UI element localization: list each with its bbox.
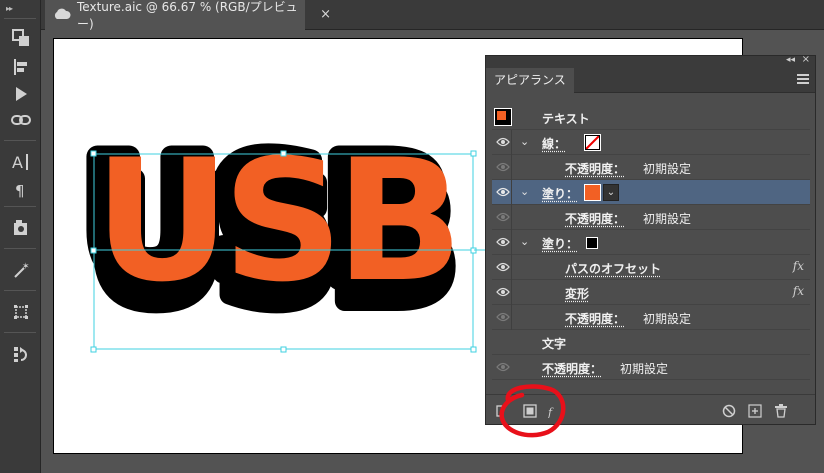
toolbar-divider — [4, 290, 36, 291]
opacity-label[interactable]: 不透明度： — [565, 210, 625, 227]
svg-text:✶: ✶ — [22, 262, 30, 272]
fill-black-swatch[interactable] — [586, 237, 598, 249]
visibility-eye-icon[interactable] — [496, 162, 510, 172]
delete-item-icon[interactable] — [774, 403, 788, 418]
panel-menu-icon[interactable] — [797, 74, 809, 86]
opacity-value: 初期設定 — [620, 362, 669, 376]
fill-row-selected[interactable]: ⌄ 塗り： ⌄ — [492, 180, 810, 205]
document-tab-title: Texture.aic @ 66.67 % (RGB/プレビュー) — [77, 0, 298, 31]
usb-fill-text: USB — [94, 123, 455, 319]
fill-label[interactable]: 塗り： — [542, 235, 578, 252]
visibility-eye-icon[interactable] — [496, 262, 510, 272]
panel-tab-row: アピアランス — [486, 68, 815, 93]
clear-appearance-icon[interactable] — [722, 403, 736, 418]
toolbar-divider — [4, 332, 36, 333]
appearance-header-row[interactable]: テキスト — [492, 105, 810, 130]
object-opacity-row[interactable]: 不透明度： 初期設定 — [492, 355, 810, 380]
opacity-value: 初期設定 — [643, 162, 692, 176]
opacity-label[interactable]: 不透明度： — [542, 360, 602, 377]
toolbar-divider — [4, 248, 36, 249]
tools-panel: ▸▸ A ¶ ✶ — [0, 0, 41, 473]
transform-label[interactable]: 変形 — [565, 285, 589, 302]
duplicate-item-icon[interactable] — [748, 403, 762, 418]
visibility-eye-icon[interactable] — [496, 212, 510, 222]
characters-row[interactable]: 文字 — [492, 330, 810, 355]
magic-wand-icon[interactable]: ✶ — [8, 258, 34, 282]
add-fill-icon[interactable] — [523, 403, 537, 418]
offset-path-label[interactable]: パスのオフセット — [565, 260, 661, 277]
appearance-panel: ◂◂ × アピアランス テキスト ⌄ 線： 不透明度： 初期設定 ⌄ 塗り： ⌄… — [485, 54, 816, 425]
svg-text:A: A — [12, 153, 23, 172]
artboards-icon[interactable] — [8, 26, 34, 50]
link-icon[interactable] — [8, 108, 34, 132]
toolbar-divider — [4, 206, 36, 207]
toolbar-grip[interactable]: ▸▸ — [6, 4, 13, 13]
fx-icon[interactable]: fx — [793, 284, 804, 298]
add-effect-icon[interactable]: f — [547, 403, 562, 419]
object-type-label: テキスト — [542, 112, 590, 126]
visibility-eye-icon[interactable] — [496, 312, 510, 322]
add-stroke-icon[interactable] — [496, 403, 510, 417]
stroke-none-swatch[interactable] — [584, 134, 601, 151]
visibility-eye-icon[interactable] — [496, 237, 510, 247]
appearance-list: テキスト ⌄ 線： 不透明度： 初期設定 ⌄ 塗り： ⌄ 不透明度： 初期設定 … — [492, 105, 810, 380]
fill-row-black[interactable]: ⌄ 塗り： — [492, 230, 810, 255]
document-tab-bar: Texture.aic @ 66.67 % (RGB/プレビュー) × — [41, 0, 824, 31]
fill-black-opacity-row[interactable]: 不透明度： 初期設定 — [492, 305, 810, 330]
offset-path-effect-row[interactable]: パスのオフセット fx — [492, 255, 810, 280]
stroke-row[interactable]: ⌄ 線： — [492, 130, 810, 155]
visibility-eye-icon[interactable] — [496, 137, 510, 147]
svg-text:¶: ¶ — [15, 182, 25, 199]
toolbar-divider — [4, 140, 36, 141]
paragraph-icon[interactable]: ¶ — [8, 178, 34, 202]
visibility-eye-icon[interactable] — [496, 362, 510, 372]
opacity-label[interactable]: 不透明度： — [565, 160, 625, 177]
svg-text:f: f — [548, 406, 554, 418]
play-icon[interactable] — [8, 82, 34, 106]
opacity-value: 初期設定 — [643, 212, 692, 226]
stroke-opacity-row[interactable]: 不透明度： 初期設定 — [492, 155, 810, 180]
transform-icon[interactable] — [8, 300, 34, 324]
fill-color-swatch[interactable] — [584, 184, 601, 201]
characters-label[interactable]: 文字 — [542, 335, 566, 352]
actions-icon[interactable] — [8, 342, 34, 366]
panel-header-bar: ◂◂ × — [486, 54, 815, 68]
chevron-down-icon[interactable]: ⌄ — [520, 135, 529, 148]
swatch-dropdown-button[interactable]: ⌄ — [603, 184, 619, 201]
panel-footer: f — [486, 394, 815, 424]
transform-effect-row[interactable]: 変形 fx — [492, 280, 810, 305]
chevron-down-icon[interactable]: ⌄ — [520, 185, 529, 198]
visibility-eye-icon[interactable] — [496, 287, 510, 297]
close-tab-button[interactable]: × — [320, 7, 331, 22]
symbol-icon[interactable] — [8, 216, 34, 240]
toolbar-divider — [4, 18, 36, 19]
cloud-icon — [53, 8, 71, 23]
align-icon[interactable] — [8, 55, 34, 79]
fx-icon[interactable]: fx — [793, 259, 804, 273]
close-panel-button[interactable]: × — [802, 54, 810, 65]
text-object-thumbnail-icon — [494, 108, 512, 126]
opacity-value: 初期設定 — [643, 312, 692, 326]
visibility-eye-icon[interactable] — [496, 187, 510, 197]
opacity-label[interactable]: 不透明度： — [565, 310, 625, 327]
stroke-label[interactable]: 線： — [542, 135, 566, 152]
tab-appearance[interactable]: アピアランス — [486, 68, 574, 93]
fill-opacity-row[interactable]: 不透明度： 初期設定 — [492, 205, 810, 230]
fill-label[interactable]: 塗り： — [542, 185, 578, 202]
collapse-panel-button[interactable]: ◂◂ — [786, 55, 795, 65]
document-tab[interactable]: Texture.aic @ 66.67 % (RGB/プレビュー) × — [45, 0, 331, 31]
type-icon[interactable]: A — [8, 150, 34, 174]
chevron-down-icon[interactable]: ⌄ — [520, 235, 529, 248]
